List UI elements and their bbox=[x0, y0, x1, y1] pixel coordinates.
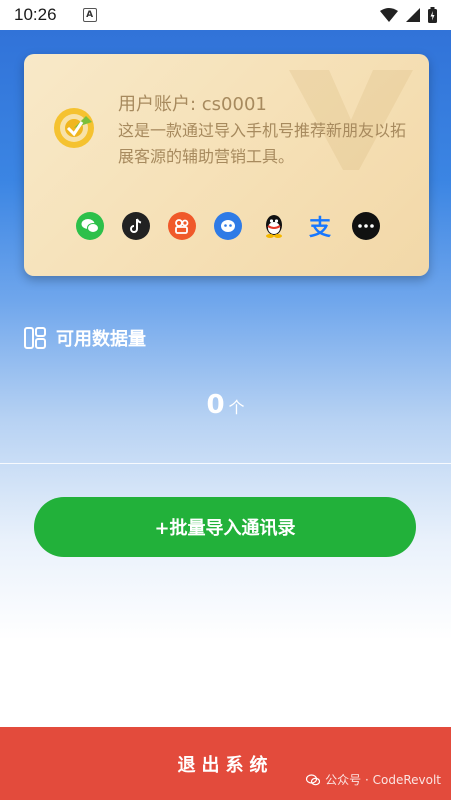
status-bar: 10:26 A bbox=[0, 0, 451, 30]
app-description: 这是一款通过导入手机号推荐新朋友以拓展客源的辅助营销工具。 bbox=[118, 121, 407, 166]
section-divider bbox=[0, 463, 451, 464]
battery-icon bbox=[428, 7, 437, 23]
data-section-header: 可用数据量 bbox=[24, 325, 146, 351]
watermark: 公众号 · CodeRevolt bbox=[306, 771, 441, 788]
account-card: 用户账户: cs0001 这是一款通过导入手机号推荐新朋友以拓展客源的辅助营销工… bbox=[24, 54, 429, 276]
more-icon[interactable] bbox=[352, 212, 380, 240]
status-icons bbox=[380, 7, 437, 23]
data-count-value: 0 bbox=[206, 390, 225, 420]
watermark-text: 公众号 · CodeRevolt bbox=[325, 773, 441, 787]
status-time: 10:26 bbox=[14, 5, 57, 24]
wechat-icon[interactable] bbox=[76, 212, 104, 240]
data-section-title: 可用数据量 bbox=[56, 329, 146, 350]
notification-a-icon: A bbox=[82, 8, 97, 22]
alipay-icon[interactable]: 支 bbox=[306, 212, 334, 241]
tiktok-icon[interactable] bbox=[122, 212, 150, 240]
blue-chat-icon[interactable] bbox=[214, 212, 242, 240]
app-screen: 10:26 A 用户账户: cs0001 这是一款通过导入手机号推荐新朋友以拓展… bbox=[0, 0, 451, 800]
kuaishou-icon[interactable] bbox=[168, 212, 196, 240]
batch-import-contacts-button[interactable]: +批量导入通讯录 bbox=[34, 497, 416, 557]
wechat-official-icon bbox=[306, 773, 321, 785]
logout-label: 退出系统 bbox=[177, 754, 274, 776]
user-account-label: 用户账户: cs0001 bbox=[118, 94, 267, 115]
data-count-unit: 个 bbox=[228, 398, 245, 417]
qq-icon[interactable] bbox=[260, 212, 288, 240]
wifi-icon bbox=[380, 8, 398, 22]
grid-icon bbox=[24, 327, 46, 349]
logout-button[interactable]: 退出系统 bbox=[0, 727, 451, 800]
share-apps-row: 支 bbox=[76, 212, 380, 241]
app-logo-icon bbox=[54, 108, 94, 148]
signal-icon bbox=[406, 8, 420, 22]
data-count: 0个 bbox=[0, 390, 451, 420]
